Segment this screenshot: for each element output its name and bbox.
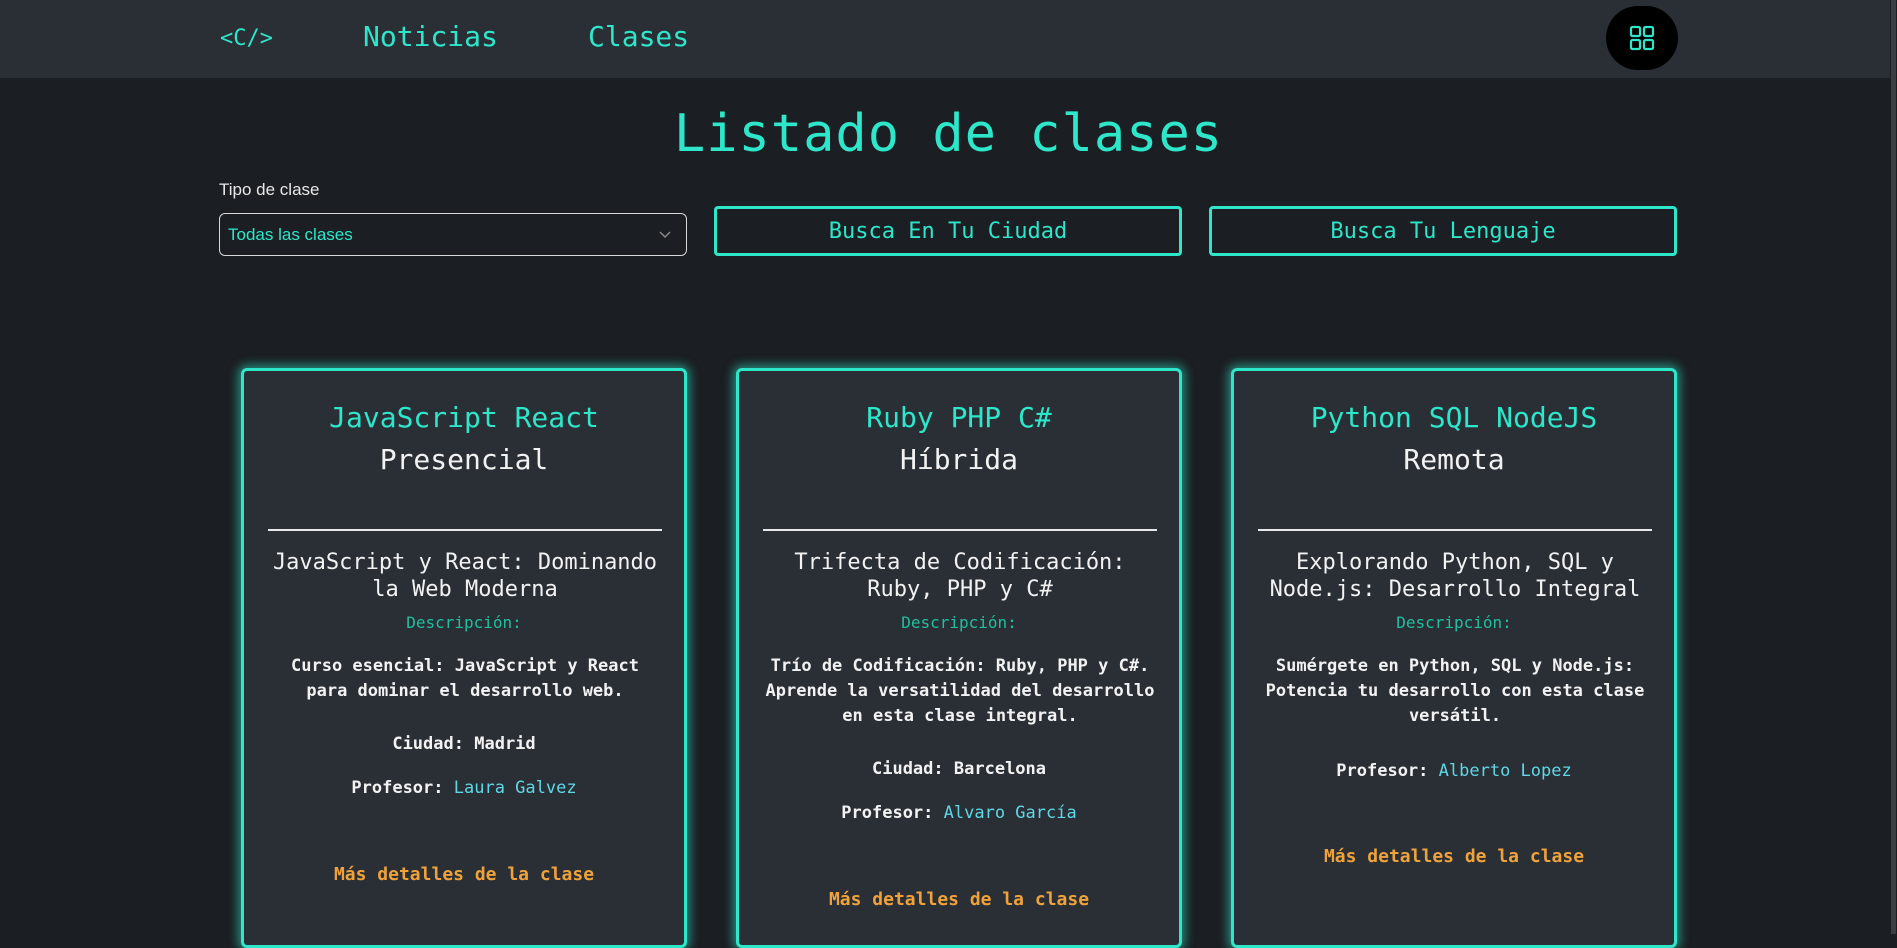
card-city-label: Ciudad: xyxy=(871,759,944,779)
class-type-label: Tipo de clase xyxy=(219,180,320,199)
class-card: Python SQL NodeJS Remota Explorando Pyth… xyxy=(1231,368,1677,948)
card-title: Explorando Python, SQL y Node.js: Desarr… xyxy=(1269,550,1641,602)
card-teacher-link[interactable]: Laura Galvez xyxy=(454,778,577,798)
card-teacher: Profesor: Alberto Lopez xyxy=(1234,761,1674,781)
card-more-details-link[interactable]: Más detalles de la clase xyxy=(1234,846,1674,867)
card-divider xyxy=(763,529,1157,531)
card-city-value: Madrid xyxy=(474,734,536,754)
card-teacher-link[interactable]: Alvaro García xyxy=(944,803,1077,823)
card-title: Trifecta de Codificación: Ruby, PHP y C# xyxy=(794,550,1126,602)
site-logo[interactable]: <C/> xyxy=(220,26,273,51)
card-modality: Presencial xyxy=(379,443,549,476)
card-more-details-link[interactable]: Más detalles de la clase xyxy=(739,889,1179,910)
page-title: Listado de clases xyxy=(673,104,1224,164)
card-description: Sumérgete en Python, SQL y Node.js: Pote… xyxy=(1265,656,1645,726)
card-city: Ciudad: Barcelona xyxy=(739,759,1179,779)
card-teacher-label: Profesor: xyxy=(841,803,934,823)
class-type-select[interactable]: Todas las clases xyxy=(219,213,687,256)
card-city-label: Ciudad: xyxy=(392,734,464,754)
card-description: Curso esencial: JavaScript y React para … xyxy=(291,656,639,701)
card-languages: Python SQL NodeJS xyxy=(1310,401,1598,434)
search-language-button[interactable]: Busca Tu Lenguaje xyxy=(1209,206,1677,256)
card-modality: Híbrida xyxy=(899,443,1018,476)
card-title: JavaScript y React: Dominando la Web Mod… xyxy=(272,550,658,602)
card-more-details-link[interactable]: Más detalles de la clase xyxy=(244,864,684,885)
card-divider xyxy=(268,529,662,531)
card-languages: JavaScript React xyxy=(329,401,599,434)
card-modality: Remota xyxy=(1403,443,1505,476)
card-teacher: Profesor: Alvaro García xyxy=(739,803,1179,823)
top-navbar: <C/> Noticias Clases xyxy=(0,0,1897,78)
card-description: Trío de Codificación: Ruby, PHP y C#. Ap… xyxy=(765,656,1155,726)
card-description-label: Descripción: xyxy=(901,613,1017,632)
class-type-select-value: Todas las clases xyxy=(228,224,353,244)
search-city-button[interactable]: Busca En Tu Ciudad xyxy=(714,206,1182,256)
card-city-value: Barcelona xyxy=(953,759,1047,779)
class-card: JavaScript React Presencial JavaScript y… xyxy=(241,368,687,948)
card-teacher-link[interactable]: Alberto Lopez xyxy=(1439,761,1572,781)
card-city: Ciudad: Madrid xyxy=(244,734,684,754)
card-description-label: Descripción: xyxy=(406,613,522,632)
card-teacher-label: Profesor: xyxy=(351,778,444,798)
nav-link-noticias[interactable]: Noticias xyxy=(363,20,498,53)
card-teacher-label: Profesor: xyxy=(1336,761,1429,781)
grid-icon xyxy=(1629,25,1655,51)
card-teacher: Profesor: Laura Galvez xyxy=(244,778,684,798)
menu-button[interactable] xyxy=(1606,6,1678,70)
card-divider xyxy=(1258,529,1652,531)
nav-link-clases[interactable]: Clases xyxy=(588,20,689,53)
card-languages: Ruby PHP C# xyxy=(866,401,1052,434)
chevron-down-icon xyxy=(659,231,671,239)
class-card: Ruby PHP C# Híbrida Trifecta de Codifica… xyxy=(736,368,1182,948)
card-description-label: Descripción: xyxy=(1396,613,1512,632)
